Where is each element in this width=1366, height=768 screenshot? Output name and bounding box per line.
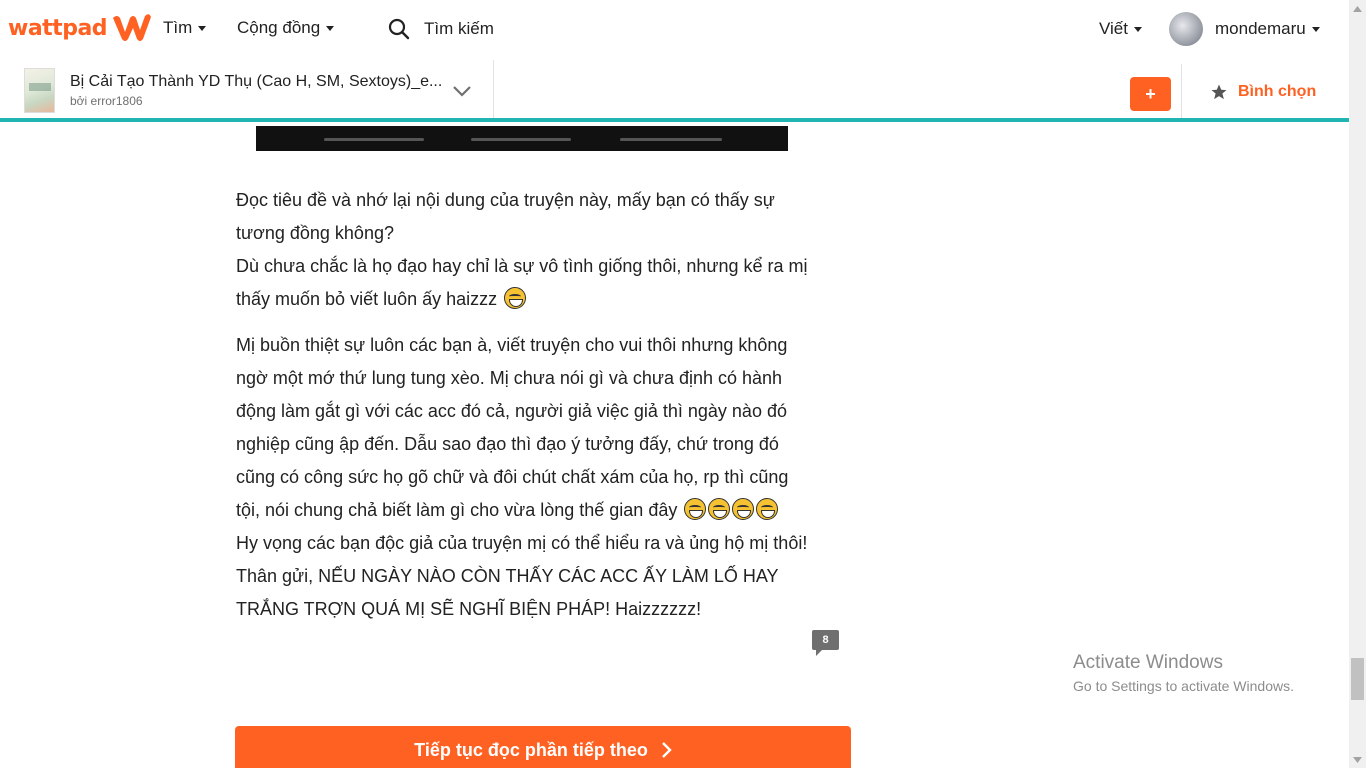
divider [1181, 64, 1182, 118]
wattpad-w-icon [113, 14, 152, 42]
laughing-emoji-icon [684, 498, 707, 520]
add-to-library-button[interactable]: + [1130, 77, 1171, 111]
laughing-emoji-icon [732, 498, 755, 520]
chevron-down-icon[interactable] [452, 84, 472, 98]
paragraph: Đọc tiêu đề và nhớ lại nội dung của truy… [236, 184, 814, 316]
vertical-scrollbar[interactable] [1349, 0, 1366, 768]
nav-community-menu[interactable]: Cộng đồng [237, 18, 335, 38]
paragraph-text: Mị buồn thiệt sự luôn các bạn à, viết tr… [236, 335, 789, 520]
nav-find-menu[interactable]: Tìm [163, 18, 207, 38]
continue-reading-button[interactable]: Tiếp tục đọc phần tiếp theo [235, 726, 851, 768]
windows-activation-watermark: Activate Windows Go to Settings to activ… [1073, 652, 1294, 694]
story-cover[interactable] [24, 68, 55, 113]
story-author[interactable]: bởi error1806 [70, 94, 143, 108]
arrow-up-icon [1353, 5, 1362, 12]
watermark-subtitle: Go to Settings to activate Windows. [1073, 678, 1294, 694]
inline-comment-badge[interactable]: 8 [812, 630, 839, 656]
avatar[interactable] [1169, 12, 1203, 46]
search-label: Tìm kiếm [424, 19, 494, 38]
paragraph: Mị buồn thiệt sự luôn các bạn à, viết tr… [236, 329, 814, 626]
caret-down-icon [326, 25, 335, 31]
user-menu[interactable]: mondemaru [1215, 19, 1320, 39]
story-title[interactable]: Bị Cải Tạo Thành YD Thụ (Cao H, SM, Sext… [70, 73, 445, 91]
search-icon [388, 18, 410, 40]
caret-down-icon [198, 25, 207, 31]
vote-button[interactable]: Bình chọn [1210, 83, 1316, 101]
vote-label: Bình chọn [1238, 83, 1317, 100]
star-icon [1211, 84, 1227, 100]
comment-count: 8 [822, 634, 829, 646]
story-header-bar: Bị Cải Tạo Thành YD Thụ (Cao H, SM, Sext… [0, 60, 1349, 122]
username-label: mondemaru [1215, 19, 1306, 38]
watermark-title: Activate Windows [1073, 652, 1223, 673]
top-navigation: wattpad Tìm Cộng đồng Tìm kiếm Viết mond… [0, 0, 1349, 60]
arrow-down-icon [1353, 756, 1362, 763]
paragraph-text: Hy vọng các bạn độc giả của truyện mị có… [236, 533, 808, 553]
caret-down-icon [1134, 26, 1142, 32]
laughing-emoji-icon [756, 498, 779, 520]
write-menu[interactable]: Viết [1099, 19, 1142, 39]
story-content: Đọc tiêu đề và nhớ lại nội dung của truy… [236, 184, 814, 639]
search-button[interactable]: Tìm kiếm [388, 18, 494, 40]
caret-down-icon [1311, 26, 1320, 32]
laughing-emoji-icon [504, 287, 527, 309]
scroll-down-button[interactable] [1349, 751, 1366, 768]
scroll-thumb[interactable] [1351, 658, 1364, 700]
scroll-up-button[interactable] [1349, 0, 1366, 17]
chevron-right-icon [661, 742, 672, 758]
laughing-emoji-icon [708, 498, 731, 520]
nav-community-label: Cộng đồng [237, 18, 321, 37]
write-label: Viết [1099, 19, 1128, 38]
embedded-image [256, 126, 788, 151]
nav-find-label: Tìm [163, 18, 193, 37]
continue-label: Tiếp tục đọc phần tiếp theo [414, 740, 648, 760]
divider [493, 60, 494, 118]
logo-text: wattpad [8, 15, 108, 41]
wattpad-logo[interactable]: wattpad [8, 12, 153, 44]
paragraph-text: Thân gửi, NẾU NGÀY NÀO CÒN THẤY CÁC ACC … [236, 566, 779, 619]
paragraph-text: Đọc tiêu đề và nhớ lại nội dung của truy… [236, 190, 775, 243]
